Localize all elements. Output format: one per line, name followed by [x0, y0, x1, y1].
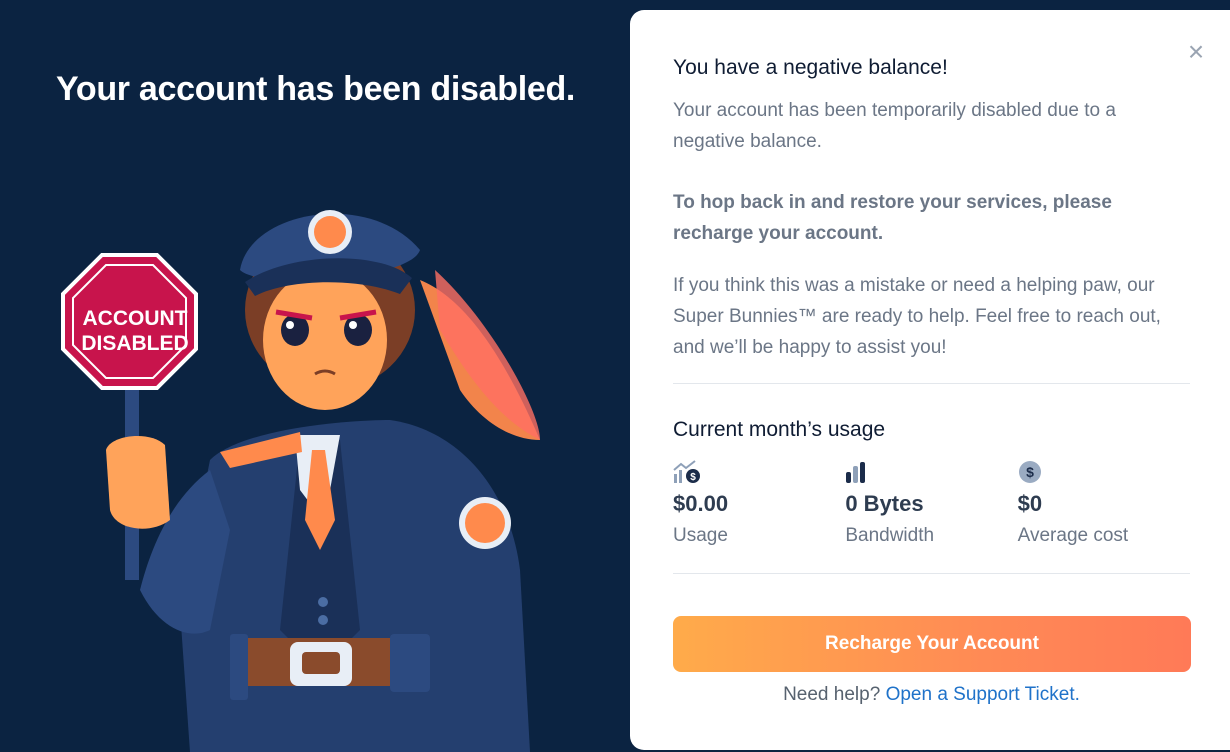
stat-average-cost: $ $0 Average cost [1018, 460, 1190, 547]
usage-trend-icon: $ [673, 460, 700, 483]
divider [673, 573, 1190, 574]
usage-label: Usage [673, 525, 728, 546]
sign-text-line1: ACCOUNT [83, 307, 188, 330]
divider [673, 383, 1190, 384]
svg-text:$: $ [690, 472, 696, 483]
sign-text-line2: DISABLED [81, 332, 188, 355]
svg-text:$: $ [1026, 464, 1034, 480]
stat-usage: $ $0.00 Usage [673, 460, 845, 547]
police-bunny-illustration: ACCOUNT DISABLED [61, 210, 540, 752]
average-cost-label: Average cost [1017, 525, 1129, 546]
negative-balance-modal: × You have a negative balance! Your acco… [630, 10, 1230, 750]
usage-stats: $ $0.00 Usage 0 Bytes Bandwidth $ $0 Ave… [673, 460, 1190, 547]
close-icon[interactable]: × [1184, 38, 1208, 66]
disabled-explanation: Your account has been temporarily disabl… [673, 100, 1116, 152]
recharge-instruction: To hop back in and restore your services… [673, 192, 1112, 244]
dollar-coin-icon: $ [1018, 461, 1041, 483]
bandwidth-bars-icon [846, 462, 866, 483]
page-headline: Your account has been disabled. [56, 70, 576, 108]
support-ticket-link[interactable]: Open a Support Ticket. [886, 684, 1080, 705]
average-cost-value: $0 [1017, 491, 1043, 516]
support-note: If you think this was a mistake or need … [673, 275, 1161, 358]
usage-value: $0.00 [673, 491, 729, 516]
recharge-account-button[interactable]: Recharge Your Account [673, 616, 1191, 672]
left-panel: Your account has been disabled. ACCOUNT … [0, 0, 630, 752]
bandwidth-label: Bandwidth [845, 525, 935, 546]
bandwidth-value: 0 Bytes [845, 491, 924, 516]
modal-title: You have a negative balance! [673, 56, 948, 79]
help-text: Need help? [783, 684, 881, 705]
usage-title: Current month’s usage [673, 418, 886, 441]
stat-bandwidth: 0 Bytes Bandwidth [845, 460, 1017, 547]
help-line: Need help? Open a Support Ticket. [673, 684, 1190, 706]
